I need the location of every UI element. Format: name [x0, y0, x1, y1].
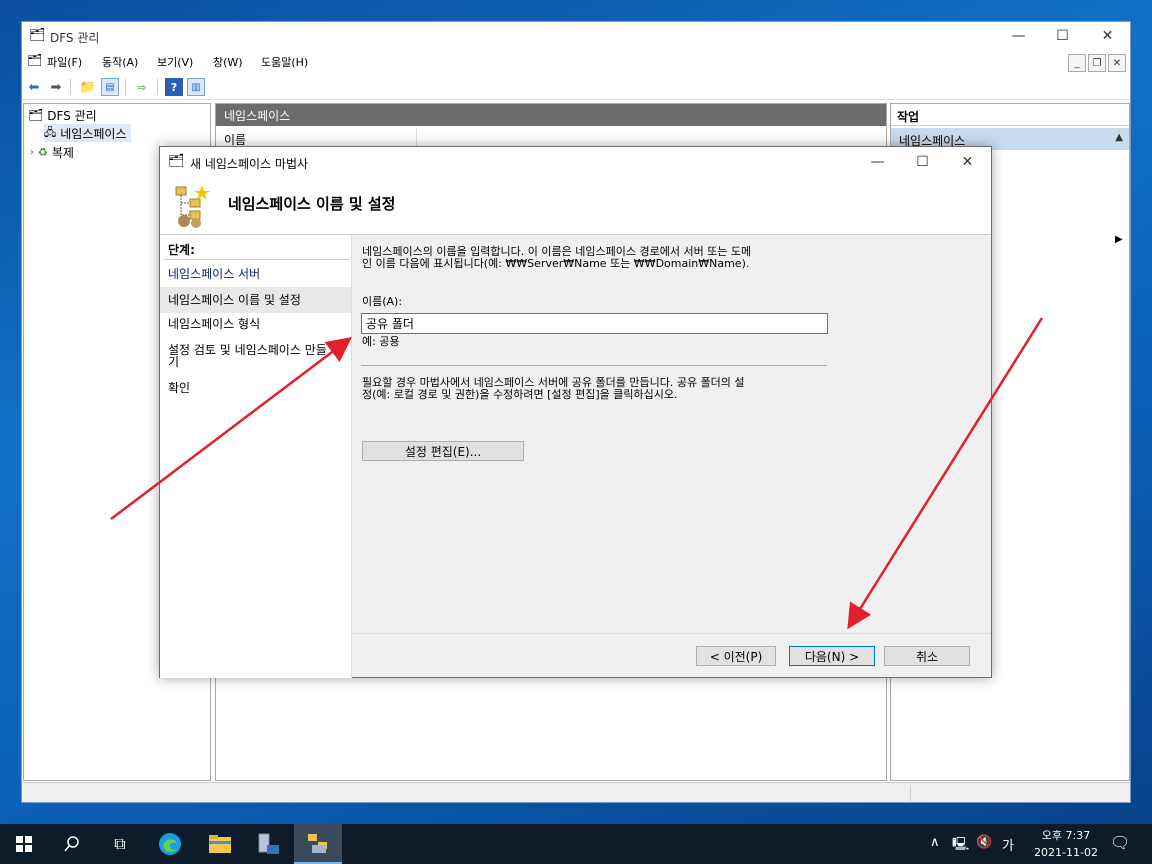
clock-time: 오후 7:37 — [1041, 829, 1091, 842]
tree-label-replication: 복제 — [51, 145, 74, 160]
dfs-app-icon: 🗂 — [29, 28, 46, 43]
dfs-management-taskbar-icon[interactable] — [294, 824, 342, 864]
intro-text-line2: 인 이름 다음에 표시됩니다(예: ₩₩Server₩Name 또는 ₩₩Dom… — [362, 257, 750, 270]
wizard-steps-pane: 단계: 네임스페이스 서버 네임스페이스 이름 및 설정 네임스페이스 형식 설… — [160, 235, 352, 678]
actions-header: 작업 — [891, 104, 1129, 126]
step-namespace-type: 네임스페이스 형식 — [168, 317, 261, 331]
next-button[interactable]: 다음(N) > — [789, 646, 875, 666]
toolbar: ⬅ ➡ 📁 ▤ ⇨ ? ▥ — [22, 74, 1130, 100]
namespace-name-input[interactable] — [361, 313, 828, 334]
taskbar: ⧉ ∧ 🖳 🔇 가 오후 7:37 2021-11-02 🗨 — [0, 824, 1152, 864]
wizard-page-title: 네임스페이스 이름 및 설정 — [228, 195, 396, 213]
mdi-close-icon[interactable]: ✕ — [1108, 54, 1126, 72]
step-namespace-name-settings: 네임스페이스 이름 및 설정 — [160, 287, 351, 313]
start-windows-icon[interactable] — [0, 824, 48, 864]
clock-date: 2021-11-02 — [1034, 846, 1098, 859]
step-review-settings-wrap: 기 — [168, 355, 180, 369]
network-icon[interactable]: 🖳 — [952, 835, 969, 857]
menu-file[interactable]: 파일(F) — [47, 54, 82, 70]
tree-item-replication[interactable]: › ♻ 복제 — [30, 143, 74, 161]
wizard-header: 네임스페이스 이름 및 설정 — [160, 177, 991, 235]
tree-label-root: DFS 관리 — [47, 108, 97, 123]
status-bar — [22, 782, 1130, 802]
replication-icon: ♻ — [38, 145, 48, 159]
wizard-app-icon: 🗂 — [168, 154, 185, 169]
close-icon[interactable]: ✕ — [1085, 22, 1130, 50]
expand-chevron-icon[interactable]: › — [30, 147, 34, 158]
minimize-icon[interactable]: — — [996, 22, 1041, 50]
back-icon[interactable]: ⬅ — [25, 78, 43, 96]
menu-bar: 🗂 파일(F) 동작(A) 보기(V) 창(W) 도움말(H) — [22, 50, 1130, 72]
ime-indicator[interactable]: 가 — [1002, 835, 1014, 854]
menu-app-icon: 🗂 — [27, 53, 43, 67]
tree-label-namespaces: 네임스페이스 — [60, 126, 127, 141]
clock[interactable]: 오후 7:37 2021-11-02 — [1034, 827, 1098, 861]
share-text-line2: 정(예: 로컬 경로 및 권한)을 수정하려면 [설정 편집]을 클릭하십시오. — [362, 388, 678, 401]
mdi-minimize-icon[interactable]: _ — [1068, 54, 1086, 72]
dfs-management-icon: 🗂 — [28, 108, 44, 122]
menu-help[interactable]: 도움말(H) — [261, 54, 308, 70]
tree-item-dfs-management[interactable]: 🗂 DFS 관리 — [28, 106, 97, 124]
step-confirmation: 확인 — [168, 381, 191, 395]
namespace-wizard-icon — [174, 183, 214, 229]
menu-action[interactable]: 동작(A) — [102, 54, 138, 70]
forward-icon[interactable]: ➡ — [47, 78, 65, 96]
menu-window[interactable]: 창(W) — [213, 54, 243, 70]
wizard-title-bar[interactable]: 🗂 새 네임스페이스 마법사 — ☐ ✕ — [160, 147, 991, 177]
center-pane-header: 네임스페이스 — [216, 104, 886, 126]
cancel-button[interactable]: 취소 — [884, 646, 970, 666]
wizard-maximize-icon[interactable]: ☐ — [900, 148, 945, 176]
step-review-settings: 설정 검토 및 네임스페이스 만들 — [168, 343, 327, 357]
volume-muted-icon[interactable]: 🔇 — [976, 835, 992, 850]
search-icon[interactable] — [48, 824, 96, 864]
menu-view[interactable]: 보기(V) — [157, 54, 193, 70]
notification-center-icon[interactable]: 🗨 — [1110, 833, 1130, 852]
tree-item-namespaces[interactable]: 🖧 네임스페이스 — [44, 124, 131, 142]
up-folder-icon[interactable]: 📁 — [79, 78, 97, 96]
name-label: 이름(A): — [362, 295, 403, 308]
mmc-title: DFS 관리 — [50, 31, 100, 45]
collapse-up-icon[interactable]: ▲ — [1115, 132, 1123, 143]
show-tree-icon[interactable]: ▤ — [101, 78, 119, 96]
name-example: 예: 공용 — [362, 335, 400, 348]
mdi-restore-icon[interactable]: ❐ — [1088, 54, 1106, 72]
file-explorer-icon[interactable] — [196, 824, 244, 864]
task-view-icon[interactable]: ⧉ — [96, 824, 144, 864]
export-list-icon[interactable]: ⇨ — [133, 78, 151, 96]
help-icon[interactable]: ? — [165, 78, 183, 96]
steps-label: 단계: — [168, 243, 195, 257]
wizard-minimize-icon[interactable]: — — [855, 148, 900, 176]
submenu-arrow-icon[interactable]: ▶ — [1115, 234, 1123, 245]
edge-browser-icon[interactable] — [146, 824, 194, 864]
column-header-row: 이름 — [216, 128, 886, 148]
show-action-pane-icon[interactable]: ▥ — [187, 78, 205, 96]
edit-settings-button[interactable]: 설정 편집(E)... — [362, 441, 524, 461]
wizard-close-icon[interactable]: ✕ — [945, 148, 990, 176]
new-namespace-wizard: 🗂 새 네임스페이스 마법사 — ☐ ✕ 네임스페이스 이름 및 설정 단계: … — [159, 146, 992, 678]
wizard-body: 네임스페이스의 이름을 입력합니다. 이 이름은 네임스페이스 경로에서 서버 … — [353, 235, 991, 631]
show-hidden-icons-chevron-icon[interactable]: ∧ — [930, 835, 940, 850]
step-namespace-server[interactable]: 네임스페이스 서버 — [168, 268, 348, 280]
wizard-title: 새 네임스페이스 마법사 — [190, 157, 309, 171]
mdi-controls: _ ❐ ✕ — [1068, 54, 1126, 72]
previous-button[interactable]: < 이전(P) — [696, 646, 776, 666]
server-manager-icon[interactable] — [244, 824, 292, 864]
maximize-icon[interactable]: ☐ — [1040, 22, 1085, 50]
namespace-icon: 🖧 — [44, 125, 57, 139]
mmc-title-bar[interactable]: 🗂 DFS 관리 — ☐ ✕ — [22, 22, 1130, 50]
